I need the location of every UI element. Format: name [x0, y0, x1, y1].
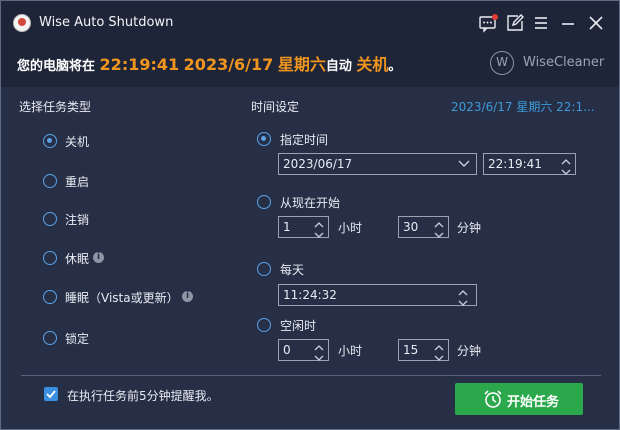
- spin-down-icon[interactable]: [314, 228, 324, 238]
- spin-down-icon[interactable]: [434, 351, 444, 361]
- spin-down-icon[interactable]: [561, 165, 571, 175]
- spin-up-icon[interactable]: [458, 286, 468, 296]
- option-label-hibernate[interactable]: 休眠: [65, 250, 89, 267]
- option-label-lock[interactable]: 锁定: [65, 330, 89, 347]
- hours-spinner[interactable]: [312, 217, 326, 238]
- chevron-down-icon[interactable]: [458, 159, 470, 169]
- radio-specified-time[interactable]: [257, 132, 271, 146]
- date-dropdown[interactable]: 2023/06/17: [278, 153, 477, 175]
- from-now-minutes-value: 30: [403, 220, 419, 234]
- date-value: 2023/06/17: [283, 157, 353, 171]
- alarm-clock-icon: [484, 390, 502, 408]
- checkmark-icon: [46, 390, 56, 399]
- start-task-button[interactable]: 开始任务: [455, 383, 583, 415]
- task-type-title: 选择任务类型: [19, 100, 92, 114]
- hibernate-info-icon[interactable]: i: [93, 252, 104, 263]
- current-datetime: 2023/6/17 星期六 22:1...: [451, 100, 595, 114]
- idle-minutes-input[interactable]: 15: [398, 339, 449, 361]
- daily-time-value: 11:24:32: [283, 288, 337, 302]
- spin-down-icon[interactable]: [458, 296, 468, 306]
- wisecleaner-logo-icon: W: [490, 51, 514, 75]
- edit-icon[interactable]: [504, 12, 526, 34]
- idle-label[interactable]: 空闲时: [280, 317, 316, 334]
- time-spinner[interactable]: [559, 154, 573, 175]
- title-bar: Wise Auto Shutdown: [1, 1, 619, 45]
- banner-mid: 自动: [325, 59, 352, 74]
- close-icon[interactable]: [585, 12, 607, 34]
- spin-down-icon[interactable]: [434, 228, 444, 238]
- banner-time: 22:19:41: [99, 55, 180, 74]
- from-now-hours-unit: 小时: [338, 221, 363, 235]
- idle-hours-value: 0: [283, 343, 291, 357]
- radio-restart[interactable]: [43, 174, 57, 188]
- remind-label[interactable]: 在执行任务前5分钟提醒我。: [67, 387, 219, 404]
- banner-suffix: 。: [388, 59, 402, 74]
- specified-time-value: 22:19:41: [488, 157, 542, 171]
- idle-hours-spinner[interactable]: [312, 340, 326, 361]
- radio-daily[interactable]: [257, 262, 271, 276]
- radio-idle[interactable]: [257, 318, 271, 332]
- spin-down-icon[interactable]: [314, 351, 324, 361]
- daily-time-field[interactable]: 11:24:32: [278, 284, 477, 306]
- specified-time-label[interactable]: 指定时间: [280, 131, 328, 148]
- spin-up-icon[interactable]: [314, 341, 324, 351]
- app-logo-icon: [13, 14, 31, 32]
- idle-minutes-unit: 分钟: [457, 344, 482, 358]
- app-window: Wise Auto Shutdown 您的电脑将在 22:19:41 2023/…: [0, 0, 620, 430]
- option-label-logoff[interactable]: 注销: [65, 211, 89, 228]
- radio-logoff[interactable]: [43, 212, 57, 226]
- from-now-hours-input[interactable]: 1: [278, 216, 329, 238]
- from-now-label[interactable]: 从现在开始: [280, 194, 340, 211]
- idle-hours-input[interactable]: 0: [278, 339, 329, 361]
- from-now-hours-value: 1: [283, 220, 291, 234]
- spin-up-icon[interactable]: [434, 218, 444, 228]
- specified-time-field[interactable]: 22:19:41: [483, 153, 576, 175]
- message-icon[interactable]: [477, 12, 499, 34]
- radio-shutdown[interactable]: [43, 134, 57, 148]
- from-now-minutes-input[interactable]: 30: [398, 216, 449, 238]
- remind-checkbox[interactable]: [44, 387, 58, 401]
- spin-up-icon[interactable]: [434, 341, 444, 351]
- radio-from-now[interactable]: [257, 195, 271, 209]
- daily-label[interactable]: 每天: [280, 261, 304, 278]
- idle-minutes-value: 15: [403, 343, 419, 357]
- radio-lock[interactable]: [43, 331, 57, 345]
- option-label-restart[interactable]: 重启: [65, 173, 89, 190]
- spin-up-icon[interactable]: [561, 155, 571, 165]
- footer-divider: [21, 375, 601, 376]
- daily-time-spinner[interactable]: [456, 285, 470, 306]
- minutes-spinner[interactable]: [432, 217, 446, 238]
- menu-icon[interactable]: [530, 12, 552, 34]
- brand-name: WiseCleaner: [523, 55, 605, 70]
- banner-weekday: 星期六: [277, 55, 326, 74]
- banner-action: 关机: [356, 55, 389, 74]
- radio-sleep[interactable]: [43, 290, 57, 304]
- option-label-shutdown[interactable]: 关机: [65, 133, 89, 150]
- start-task-label: 开始任务: [507, 395, 560, 410]
- shutdown-status-text: 您的电脑将在 22:19:41 2023/6/17 星期六自动 关机。: [17, 51, 401, 75]
- idle-hours-unit: 小时: [338, 344, 363, 358]
- banner-prefix: 您的电脑将在: [17, 59, 96, 74]
- status-banner: 您的电脑将在 22:19:41 2023/6/17 星期六自动 关机。 W Wi…: [1, 45, 619, 87]
- from-now-minutes-unit: 分钟: [457, 221, 482, 235]
- spin-up-icon[interactable]: [314, 218, 324, 228]
- time-settings-title: 时间设定: [251, 100, 300, 114]
- window-title: Wise Auto Shutdown: [39, 15, 174, 30]
- sleep-info-icon[interactable]: i: [182, 291, 193, 302]
- idle-minutes-spinner[interactable]: [432, 340, 446, 361]
- option-label-sleep[interactable]: 睡眠（Vista或更新）: [65, 289, 179, 306]
- radio-hibernate[interactable]: [43, 251, 57, 265]
- banner-date: 2023/6/17: [183, 55, 274, 74]
- minimize-icon[interactable]: [557, 12, 579, 34]
